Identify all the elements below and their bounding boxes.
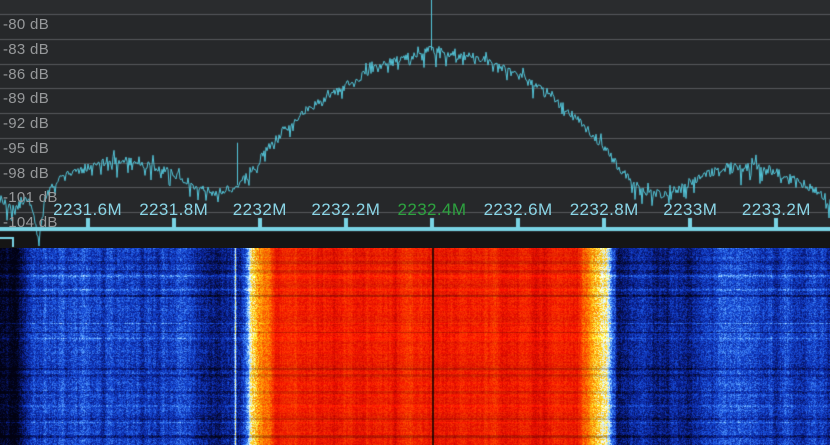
sdr-app: -80 dB-83 dB-86 dB-89 dB-92 dB-95 dB-98 … xyxy=(0,0,830,445)
spectrum-plot[interactable] xyxy=(0,0,830,248)
waterfall-display[interactable] xyxy=(0,248,830,445)
